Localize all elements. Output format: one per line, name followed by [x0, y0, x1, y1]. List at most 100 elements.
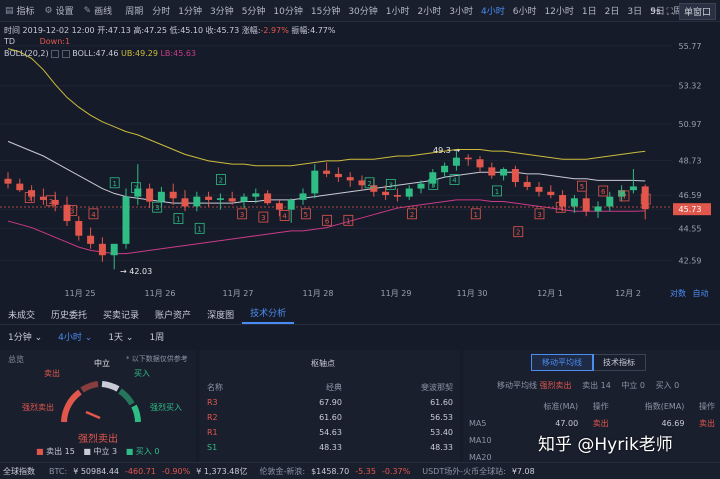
time-axis-label: 12月 1: [537, 289, 563, 298]
td-marker-count: 1: [112, 180, 116, 188]
pivot-cell: 61.60: [319, 413, 342, 422]
filter-1d[interactable]: 1天 ⌄: [100, 330, 141, 343]
ma-buy-count: 买入 0: [655, 381, 680, 390]
interval-5[interactable]: 15分钟: [307, 4, 344, 17]
interval-10[interactable]: 4小时: [477, 4, 509, 17]
td-marker-count: 3: [155, 204, 159, 212]
log-scale-toggle[interactable]: 对数: [670, 289, 686, 298]
tab-technical-indicators[interactable]: 技术指标: [593, 355, 645, 370]
filter-1w[interactable]: 1周: [141, 330, 172, 343]
interval-13[interactable]: 1日: [578, 4, 601, 17]
filter-1m[interactable]: 1分钟 ⌄: [0, 330, 50, 343]
td-marker-count: 3: [70, 208, 74, 216]
td-marker-count: 1: [495, 188, 499, 196]
amp-value: 4.77%: [310, 26, 336, 35]
ma-tab-group: 移动平均线 技术指标: [531, 354, 646, 371]
tab-0[interactable]: 未成交: [0, 308, 43, 321]
td-marker-count: 8: [643, 196, 647, 204]
boll-settings-icon[interactable]: [51, 49, 60, 58]
settings-button[interactable]: ⚙ 设置: [40, 4, 79, 18]
candlestick-chart[interactable]: 3 2 3 4 1 2 3 1 1 2 3 3 4 5 6 1 2 3 2 3 4 1 1 2 3 4 5 6 7 8 55.77 53.3…: [0, 22, 720, 302]
buy-count: 买入 0: [135, 447, 160, 456]
filter-4h[interactable]: 4小时 ⌄: [50, 330, 100, 343]
candle-body: [181, 198, 189, 207]
time-axis-label: 11月 29: [380, 289, 412, 298]
period-label: 周期: [125, 7, 144, 17]
btc-change: -460.71: [125, 466, 156, 476]
time-axis-label: 11月 25: [64, 289, 96, 298]
auto-scale-toggle[interactable]: 自动: [693, 289, 709, 298]
time-axis-label: 12月 2: [615, 289, 641, 298]
interval-3[interactable]: 5分钟: [238, 4, 270, 17]
ma-cell: MA10: [469, 436, 492, 445]
global-index-label[interactable]: 全球指数: [3, 466, 35, 477]
tab-1[interactable]: 历史委托: [43, 308, 95, 321]
td-marker-count: 3: [431, 181, 435, 189]
ma-cell: MA5: [469, 419, 487, 428]
candle-body: [205, 196, 213, 200]
usdt-label: USDT场外-火币全球站:: [422, 466, 506, 476]
tab-3[interactable]: 账户资产: [147, 308, 199, 321]
interval-4[interactable]: 10分钟: [269, 4, 306, 17]
interval-12[interactable]: 12小时: [540, 4, 577, 17]
chart-toolbar: ▤ 指标 ⚙ 设置 ✎ 画线 周期 分时 1分钟 3分钟 5分钟 10分钟 15分钟 30分钟 1小…: [0, 0, 720, 22]
interval-11[interactable]: 6小时: [509, 4, 541, 17]
ma-summary: 移动平均线 强烈卖出 卖出 14 中立 0 买入 0: [497, 380, 679, 391]
ma-neutral-count: 中立 0: [621, 381, 646, 390]
time-axis-label: 11月 27: [222, 289, 254, 298]
boll-info: BOLL(20,2) BOLL:47.46 UB:49.29 LB:45.63: [4, 49, 196, 58]
draw-label: 画线: [94, 7, 113, 17]
candle-body: [358, 180, 366, 186]
interval-9[interactable]: 3小时: [445, 4, 477, 17]
candle-body: [535, 186, 543, 192]
interval-14[interactable]: 2日: [601, 4, 624, 17]
candle-body: [393, 195, 401, 197]
tab-2[interactable]: 买卖记录: [95, 308, 147, 321]
pivot-cell: R3: [207, 398, 218, 407]
fullscreen-icon[interactable]: ⛶: [667, 7, 673, 17]
tab-5[interactable]: 技术分析: [242, 306, 295, 324]
td-info: TD Down:1: [4, 37, 70, 46]
candle-body: [110, 243, 118, 256]
gear-icon: ⚙: [44, 5, 53, 16]
candle-body: [334, 173, 342, 178]
ohlc-info: 时间 2019-12-02 12:00 开:47.13 高:47.25 低:45…: [4, 26, 336, 35]
tab-4[interactable]: 深度图: [199, 308, 242, 321]
boll-close-icon[interactable]: [61, 49, 70, 58]
ma-cell: 卖出: [699, 419, 715, 428]
tab-moving-average[interactable]: 移动平均线: [531, 354, 594, 371]
candle-body: [464, 157, 472, 160]
market-status-bar: 全球指数 BTC: ¥ 50984.44 -460.71 -0.90% ¥ 1,…: [0, 462, 720, 479]
candle-body: [441, 165, 449, 173]
gauge-strong-sell-label: 强烈卖出: [22, 403, 54, 412]
filter-1m-label: 1分钟: [8, 332, 32, 343]
interval-8[interactable]: 2小时: [414, 4, 446, 17]
gauge-buy-label: 买入: [134, 369, 150, 378]
td-marker-count: 1: [346, 217, 350, 225]
boll-name: BOLL(20,2): [4, 49, 49, 58]
candle-body: [346, 177, 354, 181]
interval-1[interactable]: 1分钟: [174, 4, 206, 17]
td-marker-count: 5: [304, 211, 308, 219]
candle-body: [582, 198, 590, 212]
interval-0[interactable]: 分时: [148, 4, 174, 17]
draw-button[interactable]: ✎ 画线: [79, 4, 118, 18]
indicators-button[interactable]: ▤ 指标: [0, 4, 40, 18]
single-window-button[interactable]: 单窗口: [678, 3, 716, 20]
interval-15[interactable]: 3日: [623, 4, 646, 17]
interval-6[interactable]: 30分钟: [344, 4, 381, 17]
ma-header: 指数(EMA): [644, 402, 685, 411]
pivot-cell: 54.63: [319, 428, 342, 437]
td-marker-count: 1: [474, 211, 478, 219]
candle-body: [75, 221, 83, 236]
interval-7[interactable]: 1小时: [382, 4, 414, 17]
pivot-row: R2 61.60 56.53: [207, 410, 453, 425]
pivot-table: 名称 经典 斐波那契 R3 67.90 61.60 R2 61.60 56.53 R1 54.63…: [207, 380, 453, 455]
btc-change-pct: -0.90%: [161, 466, 191, 476]
candle-body: [311, 170, 319, 194]
td-marker-count: 2: [49, 198, 53, 206]
interval-2[interactable]: 3分钟: [206, 4, 238, 17]
filter-1w-label: 1周: [149, 332, 165, 343]
low-value: 45.10: [180, 26, 204, 35]
pivot-cell: 67.90: [319, 398, 342, 407]
